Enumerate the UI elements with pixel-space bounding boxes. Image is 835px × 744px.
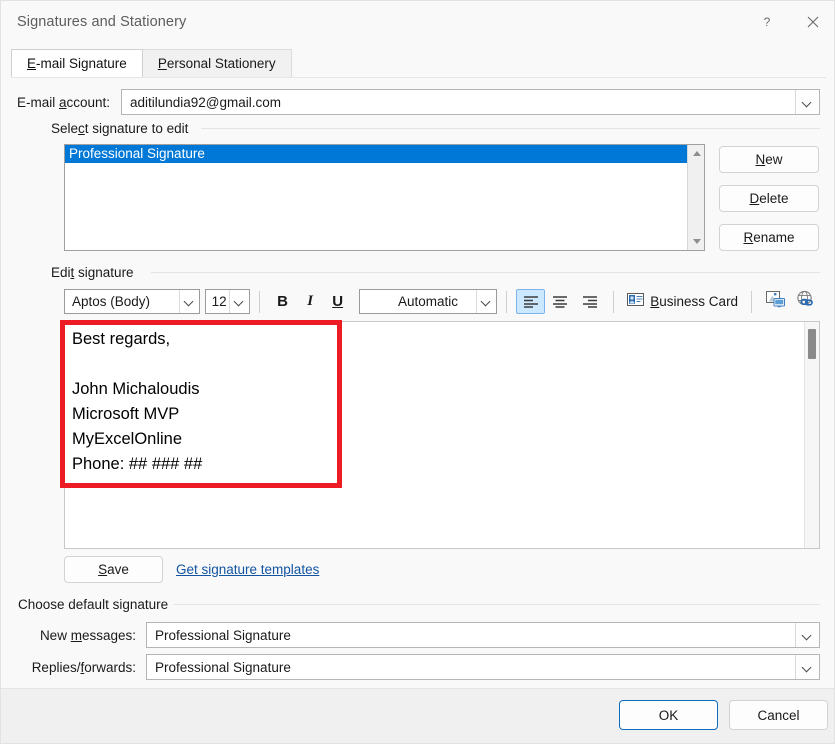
toolbar-separator [613,290,615,313]
chevron-down-icon [185,297,194,306]
delete-signature-label: Delete [749,191,789,206]
delete-signature-button[interactable]: Delete [719,185,819,212]
signature-list[interactable]: Professional Signature [64,144,705,251]
new-messages-label: New messages: [39,627,136,643]
replies-forwards-label: Replies/forwards: [31,659,136,675]
scrollbar-thumb[interactable] [808,329,816,359]
email-account-row: E-mail account: aditilundia92@gmail.com [17,89,820,115]
tab-personal-stationery[interactable]: Personal Stationery [141,49,292,77]
toolbar-separator [258,290,260,313]
save-button[interactable]: Save [64,556,163,583]
signature-content[interactable]: Best regards, John Michaloudis Microsoft… [72,327,202,477]
get-signature-templates-link[interactable]: Get signature templates [176,562,319,577]
bold-button[interactable]: B [269,289,297,314]
align-center-icon [553,296,568,308]
formatting-toolbar: Aptos (Body) 12 B I U Automatic Business… [64,288,820,315]
email-account-value: aditilundia92@gmail.com [130,94,282,110]
tab-personal-stationery-label: Personal Stationery [157,56,276,71]
default-signature-group-title: Choose default signature [18,597,175,612]
email-account-combobox[interactable]: aditilundia92@gmail.com [121,89,820,115]
signature-editor[interactable]: Best regards, John Michaloudis Microsoft… [64,321,820,549]
svg-text:?: ? [764,15,771,29]
window-title: Signatures and Stationery [17,14,187,30]
default-signature-group-rule [173,604,820,605]
toolbar-separator [505,290,507,313]
font-size-dropdown-arrow[interactable] [228,290,249,313]
font-family-value: Aptos (Body) [72,294,151,309]
email-account-dropdown-arrow[interactable] [795,90,819,114]
font-color-combobox[interactable]: Automatic [359,289,497,314]
rename-signature-label: Rename [743,230,795,245]
insert-hyperlink-button[interactable] [791,289,820,315]
window-controls: ? [744,1,834,43]
font-color-dropdown-arrow[interactable] [475,290,496,313]
signatures-and-stationery-dialog: Signatures and Stationery ? E-mail Signa… [0,0,835,744]
select-signature-group-rule [201,128,820,129]
edit-signature-group-title: Edit signature [51,265,140,280]
new-signature-label: New [755,152,783,167]
align-left-button[interactable] [515,289,546,314]
new-messages-row: New messages: Professional Signature [15,622,820,648]
insert-hyperlink-icon [795,290,815,314]
rename-signature-button[interactable]: Rename [719,224,819,251]
replies-forwards-combobox[interactable]: Professional Signature [146,654,820,680]
underline-button[interactable]: U [324,289,352,314]
tab-strip: E-mail Signature Personal Stationery [11,49,826,77]
align-right-button[interactable] [575,289,604,314]
font-family-combobox[interactable]: Aptos (Body) [64,289,200,314]
insert-picture-button[interactable] [761,289,790,315]
insert-picture-icon [765,290,786,313]
replies-forwards-value: Professional Signature [155,659,291,675]
scroll-down-arrow-icon[interactable] [688,233,704,250]
tab-email-signature[interactable]: E-mail Signature [11,49,143,77]
align-right-icon [582,296,597,308]
help-button[interactable]: ? [744,1,790,43]
chevron-down-icon [803,631,812,640]
font-size-value: 12 [211,294,227,309]
close-button[interactable] [790,1,834,43]
new-messages-dropdown-arrow[interactable] [795,623,819,647]
list-item[interactable]: Professional Signature [65,145,704,163]
align-center-button[interactable] [545,289,574,314]
cancel-button[interactable]: Cancel [729,700,828,730]
title-bar: Signatures and Stationery ? [1,1,834,43]
signature-list-scrollbar[interactable] [687,145,704,250]
new-signature-button[interactable]: New [719,146,819,173]
chevron-down-icon [803,663,812,672]
replies-forwards-dropdown-arrow[interactable] [795,655,819,679]
business-card-label: Business Card [650,294,739,309]
font-family-dropdown-arrow[interactable] [178,290,199,313]
toolbar-separator [751,290,753,313]
replies-forwards-row: Replies/forwards: Professional Signature [15,654,820,680]
new-messages-value: Professional Signature [155,627,291,643]
align-left-icon [523,296,538,308]
chevron-down-icon [482,297,491,306]
scroll-up-arrow-icon[interactable] [688,145,704,162]
select-signature-group-title: Select signature to edit [51,121,195,136]
new-messages-combobox[interactable]: Professional Signature [146,622,820,648]
business-card-button[interactable]: Business Card [623,289,742,314]
signature-editor-scrollbar[interactable] [804,322,819,548]
tab-email-signature-label: E-mail Signature [27,56,127,71]
chevron-down-icon [235,297,244,306]
email-account-label: E-mail account: [17,94,111,110]
font-size-combobox[interactable]: 12 [204,289,250,314]
business-card-icon [627,292,645,311]
tab-panel-divider [11,77,826,78]
ok-button[interactable]: OK [619,700,718,730]
save-label: Save [98,562,129,577]
dialog-footer: OK Cancel [1,688,834,743]
edit-signature-group-rule [151,272,820,273]
chevron-down-icon [803,98,812,107]
italic-button[interactable]: I [296,289,324,314]
